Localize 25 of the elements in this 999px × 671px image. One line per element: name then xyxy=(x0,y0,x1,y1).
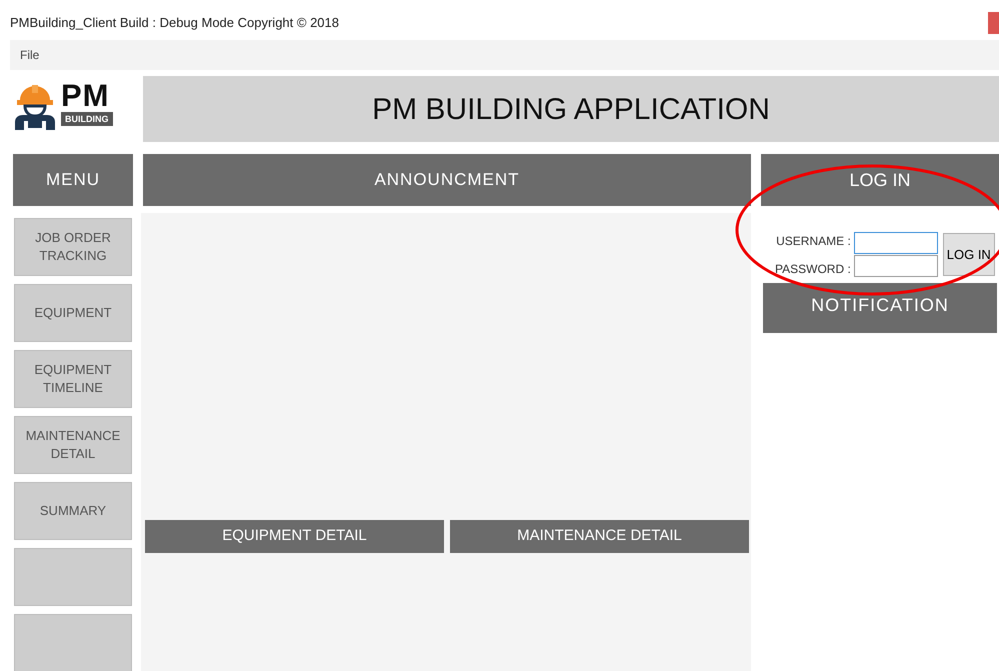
menu-button[interactable]: JOB ORDER TRACKING xyxy=(14,218,132,276)
username-label: USERNAME : xyxy=(775,232,851,250)
menu-item[interactable]: File xyxy=(20,48,40,62)
close-button[interactable] xyxy=(988,12,999,34)
logo-text: PM xyxy=(61,82,110,110)
password-field[interactable] xyxy=(854,255,938,277)
app-title-banner: PM BUILDING APPLICATION xyxy=(143,76,999,142)
login-button[interactable]: LOG IN xyxy=(942,233,995,276)
menu-button[interactable]: EQUIPMENT xyxy=(14,284,132,342)
tab-button[interactable]: MAINTENANCE DETAIL xyxy=(450,520,749,553)
worker-icon xyxy=(12,82,58,130)
password-label: PASSWORD : xyxy=(775,260,851,278)
menu-button[interactable] xyxy=(14,614,132,671)
logo-subtext: BUILDING xyxy=(61,112,112,126)
menu-button[interactable]: MAINTENANCE DETAIL xyxy=(14,416,132,474)
notification-header: NOTIFICATION xyxy=(763,283,997,333)
tab-button[interactable]: EQUIPMENT DETAIL xyxy=(145,520,444,553)
menu-button[interactable] xyxy=(14,548,132,606)
menu-button[interactable]: EQUIPMENT TIMELINE xyxy=(14,350,132,408)
menu-header: MENU xyxy=(13,154,133,206)
menu-button[interactable]: SUMMARY xyxy=(14,482,132,540)
window-title: PMBuilding_Client Build : Debug Mode Copyright © 2018 xyxy=(10,15,339,30)
announcement-header: ANNOUNCMENT xyxy=(143,154,751,206)
username-field[interactable] xyxy=(854,232,938,254)
login-header: LOG IN xyxy=(761,154,999,206)
